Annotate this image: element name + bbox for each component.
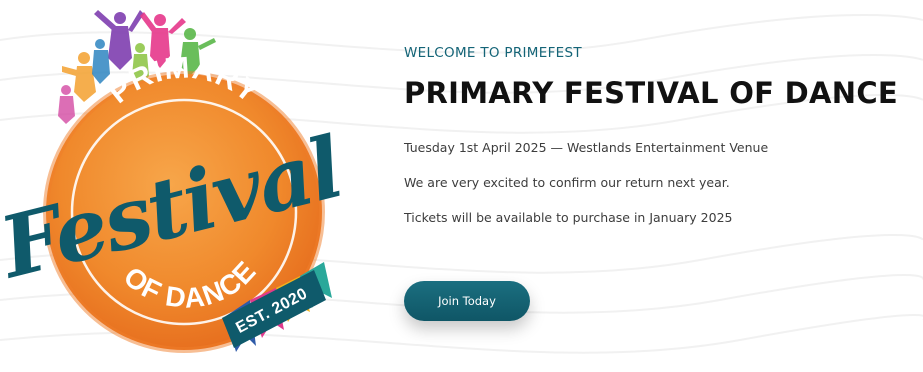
join-today-button[interactable]: Join Today (404, 281, 530, 321)
tickets-info: Tickets will be available to purchase in… (404, 210, 733, 225)
return-message: We are very excited to confirm our retur… (404, 175, 730, 190)
hero-content: WELCOME TO PRIMEFEST PRIMARY FESTIVAL OF… (404, 40, 914, 321)
page-title: PRIMARY FESTIVAL OF DANCE (404, 76, 899, 110)
eyebrow-text: WELCOME TO PRIMEFEST (404, 45, 582, 61)
event-date-venue: Tuesday 1st April 2025 — Westlands Enter… (404, 140, 769, 155)
festival-logo: PRIMARY Festival OF DANCE EST. 2020 (0, 0, 360, 372)
